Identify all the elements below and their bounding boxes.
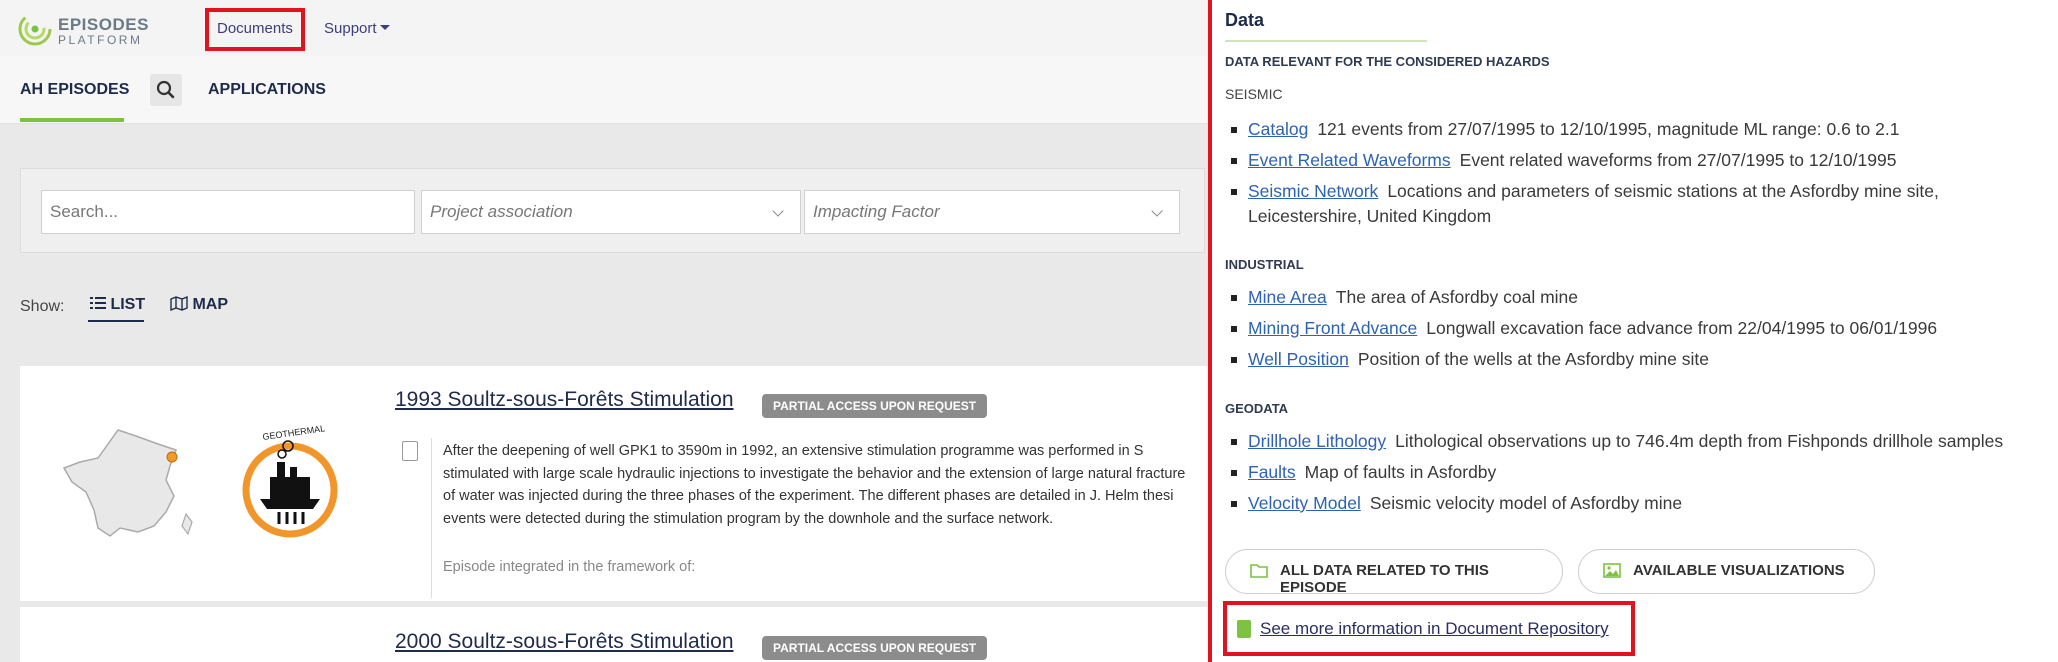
episode-description: After the deepening of well GPK1 to 3590… xyxy=(443,440,1208,530)
logo-text-platform: PLATFORM xyxy=(58,33,143,47)
chevron-down-icon xyxy=(772,205,784,217)
list-item: Seismic Network Locations and parameters … xyxy=(1225,179,2045,229)
show-map-label: MAP xyxy=(192,296,229,313)
panel-title-underline xyxy=(1225,40,1427,42)
show-map-toggle[interactable]: MAP xyxy=(170,295,229,314)
tab-ah-episodes[interactable]: AH EPISODES xyxy=(20,81,129,99)
episode-title-link[interactable]: 1993 Soultz-sous-Forêts Stimulation xyxy=(395,388,734,412)
item-description: The area of Asfordby coal mine xyxy=(1335,287,1579,307)
show-label: Show: xyxy=(20,298,65,315)
seismic-network-link[interactable]: Seismic Network xyxy=(1248,181,1378,201)
episode-card: 2000 Soultz-sous-Forêts Stimulation PART… xyxy=(20,607,1208,662)
list-item: Velocity Model Seismic velocity model of … xyxy=(1225,491,2045,516)
panel-highlight-border xyxy=(1208,0,1212,662)
map-icon xyxy=(170,295,188,312)
description-line: events were detected during the stimulat… xyxy=(443,510,1054,527)
episode-title-link[interactable]: 2000 Soultz-sous-Forêts Stimulation xyxy=(395,630,734,654)
list-item: Mining Front Advance Longwall excavation … xyxy=(1225,316,2045,341)
section-seismic: SEISMIC xyxy=(1225,86,1283,102)
top-navbar: EPISODES PLATFORM Documents Support xyxy=(0,0,1208,56)
chevron-down-icon xyxy=(1151,205,1163,217)
geothermal-energy-logo: GEOTHERMAL xyxy=(242,423,338,538)
panel-title: Data xyxy=(1225,10,1265,30)
project-association-select[interactable]: Project association xyxy=(421,190,801,234)
relevant-data-heading: DATA RELEVANT FOR THE CONSIDERED HAZARDS xyxy=(1225,54,1550,69)
document-repository-label: See more information in Document Reposit… xyxy=(1260,619,1609,638)
book-icon xyxy=(1237,620,1251,638)
list-item: Well Position Position of the wells at th… xyxy=(1225,347,2045,372)
description-line: stimulated with large scale hydraulic in… xyxy=(443,465,1186,482)
show-list-underline xyxy=(88,320,144,322)
search-input[interactable]: Search... xyxy=(41,190,415,234)
item-description: Lithological observations up to 746.4m d… xyxy=(1395,431,2004,451)
description-line: of water was injected during the three p… xyxy=(443,488,1174,504)
filter-bar: Search... Project association Impacting … xyxy=(20,168,1205,253)
search-icon xyxy=(156,80,175,99)
tab-search-button[interactable] xyxy=(150,74,182,106)
list-item: Catalog 121 events from 27/07/1995 to 12/… xyxy=(1225,117,2045,142)
logo-text-episodes: EPISODES xyxy=(58,15,149,34)
well-position-link[interactable]: Well Position xyxy=(1248,349,1349,369)
industrial-list: Mine Area The area of Asfordby coal mine … xyxy=(1225,285,2045,378)
all-data-button[interactable]: ALL DATA RELATED TO THIS EPISODE xyxy=(1225,549,1563,596)
visualizations-label: AVAILABLE VISUALIZATIONS xyxy=(1633,562,1845,579)
episode-card: GEOTHERMAL 1993 Soultz-sous-Forêts Stimu… xyxy=(20,366,1208,601)
list-icon xyxy=(90,297,106,309)
list-item: Faults Map of faults in Asfordby xyxy=(1225,460,2045,485)
list-item: Drillhole Lithology Lithological observat… xyxy=(1225,429,2045,454)
svg-text:GEOTHERMAL: GEOTHERMAL xyxy=(262,423,326,442)
nav-support-dropdown[interactable]: Support xyxy=(324,20,390,37)
section-industrial: INDUSTRIAL xyxy=(1225,257,1304,272)
section-geodata: GEODATA xyxy=(1225,401,1289,416)
item-description: Event related waveforms from 27/07/1995 … xyxy=(1459,150,1897,170)
document-repository-link[interactable]: See more information in Document Reposit… xyxy=(1223,601,1635,656)
item-description: Position of the wells at the Asfordby mi… xyxy=(1357,349,1709,369)
list-item: Event Related Waveforms Event related wav… xyxy=(1225,148,2045,173)
data-panel: Data DATA RELEVANT FOR THE CONSIDERED HA… xyxy=(1208,0,2058,662)
france-map-thumbnail xyxy=(62,429,193,537)
nav-support-label: Support xyxy=(324,20,377,37)
active-tab-indicator xyxy=(20,118,124,122)
catalog-link[interactable]: Catalog xyxy=(1248,119,1308,139)
available-visualizations-button[interactable]: AVAILABLE VISUALIZATIONS xyxy=(1578,549,1875,594)
image-icon xyxy=(1603,563,1621,578)
impacting-factor-select[interactable]: Impacting Factor xyxy=(804,190,1180,234)
impacting-factor-value: Impacting Factor xyxy=(813,202,940,221)
access-badge: PARTIAL ACCESS UPON REQUEST xyxy=(762,636,988,660)
chevron-down-icon xyxy=(379,25,390,30)
geodata-list: Drillhole Lithology Lithological observat… xyxy=(1225,429,2045,522)
episodes-platform-logo[interactable]: EPISODES PLATFORM xyxy=(18,12,149,47)
item-description: 121 events from 27/07/1995 to 12/10/1995… xyxy=(1317,119,1900,139)
project-association-value: Project association xyxy=(430,202,573,221)
event-related-waveforms-link[interactable]: Event Related Waveforms xyxy=(1248,150,1451,170)
main-area: EPISODES PLATFORM Documents Support AH E… xyxy=(0,0,1208,662)
drillhole-lithology-link[interactable]: Drillhole Lithology xyxy=(1248,431,1386,451)
item-description: Longwall excavation face advance from 22… xyxy=(1426,318,1938,338)
faults-link[interactable]: Faults xyxy=(1248,462,1296,482)
divider xyxy=(431,438,432,598)
velocity-model-link[interactable]: Velocity Model xyxy=(1248,493,1361,513)
folder-icon xyxy=(1250,564,1268,578)
show-list-label: LIST xyxy=(110,296,146,313)
item-description: Seismic velocity model of Asfordby mine xyxy=(1369,493,1683,513)
framework-note: Episode integrated in the framework of: xyxy=(443,559,696,575)
seismic-list: Catalog 121 events from 27/07/1995 to 12/… xyxy=(1225,117,2045,235)
documents-highlight-box xyxy=(205,8,305,51)
mining-front-advance-link[interactable]: Mining Front Advance xyxy=(1248,318,1417,338)
tab-applications[interactable]: APPLICATIONS xyxy=(208,81,326,99)
item-description: Map of faults in Asfordby xyxy=(1304,462,1497,482)
access-badge: PARTIAL ACCESS UPON REQUEST xyxy=(762,394,988,418)
mine-area-link[interactable]: Mine Area xyxy=(1248,287,1327,307)
list-item: Mine Area The area of Asfordby coal mine xyxy=(1225,285,2045,310)
show-list-toggle[interactable]: LIST xyxy=(90,296,145,314)
all-data-label: ALL DATA RELATED TO THIS EPISODE xyxy=(1280,562,1489,596)
tab-bar: AH EPISODES APPLICATIONS xyxy=(0,56,1208,124)
document-icon xyxy=(402,441,418,461)
logo-mark-icon xyxy=(18,12,52,46)
description-line: After the deepening of well GPK1 to 3590… xyxy=(443,443,1144,459)
